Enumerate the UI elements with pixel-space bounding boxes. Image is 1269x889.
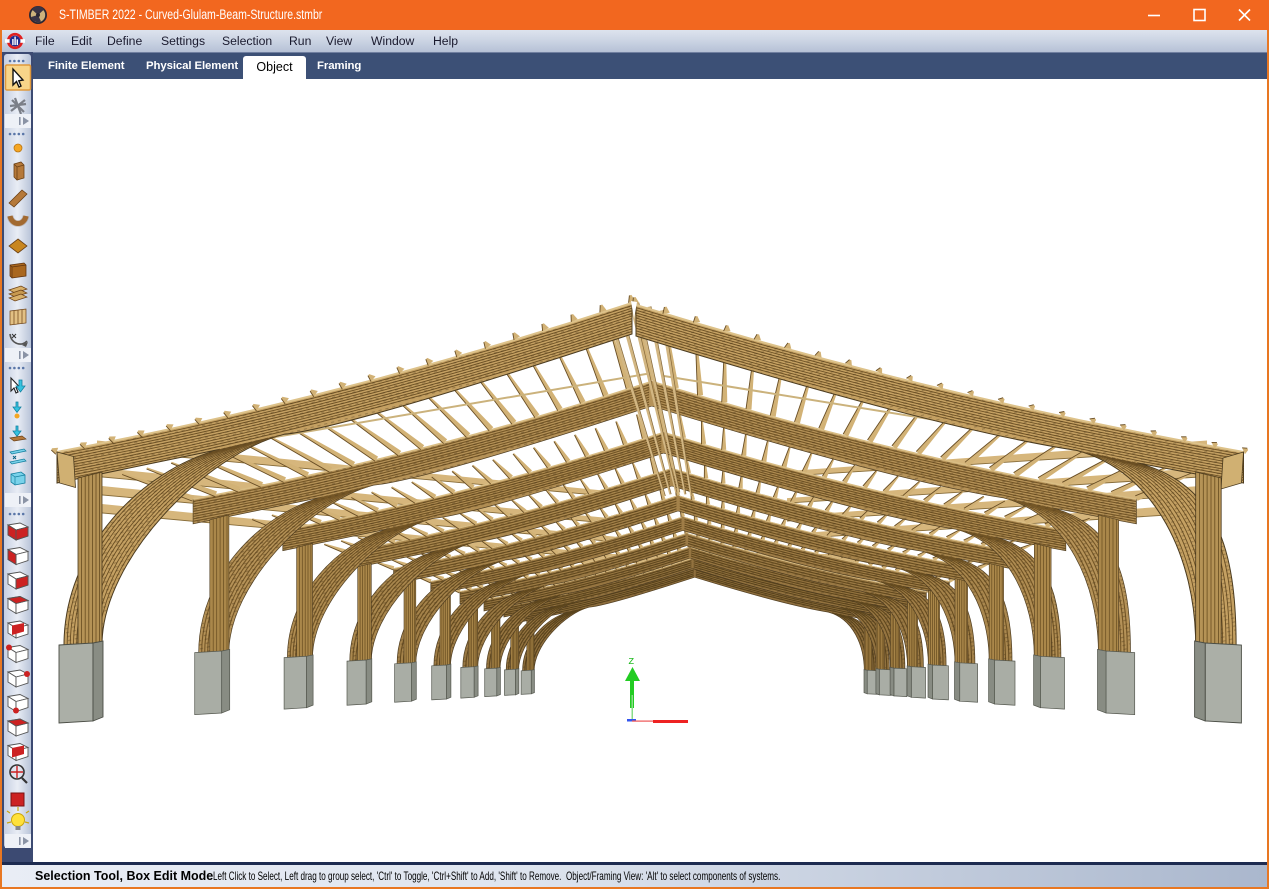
svg-text:z: z bbox=[628, 656, 635, 668]
